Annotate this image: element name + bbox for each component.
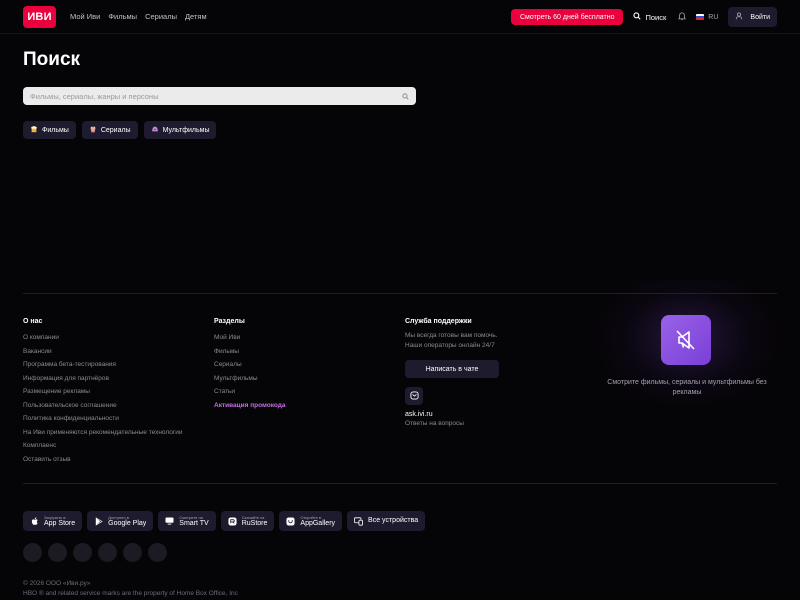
chip-label: Фильмы [42, 126, 69, 134]
smart-tv-button[interactable]: Смотрите на Smart TV [158, 511, 216, 531]
footer-link[interactable]: Мультфильмы [214, 372, 286, 386]
support-text-line2: Наши операторы онлайн 24/7 [405, 342, 495, 349]
search-input[interactable] [30, 91, 402, 101]
footer-link[interactable]: Фильмы [214, 345, 286, 359]
footer-link[interactable]: Сериалы [214, 358, 286, 372]
app-store-button[interactable]: Загрузить в App Store [23, 511, 83, 531]
language-selector[interactable]: RU [696, 14, 718, 21]
footer-link[interactable]: Вакансии [23, 345, 183, 359]
social-icon[interactable] [98, 543, 117, 562]
category-chips: Фильмы Сериалы Мультфильмы [23, 121, 217, 139]
google-play-button[interactable]: Доступно в Google Play [87, 511, 154, 531]
bell-icon[interactable] [678, 11, 687, 23]
footer-link[interactable]: Информация для партнёров [23, 372, 183, 386]
all-devices-button[interactable]: Все устройства [347, 511, 426, 531]
footer-link[interactable]: О компании [23, 331, 183, 345]
mail-icon [409, 387, 419, 405]
footer-link[interactable]: Размещение рекламы [23, 385, 183, 399]
nav-kids[interactable]: Детям [185, 12, 207, 21]
devices-icon [354, 516, 364, 526]
appgallery-button[interactable]: Откройте в AppGallery [279, 511, 343, 531]
footer-about: О нас О компании Вакансии Программа бета… [23, 318, 183, 466]
user-icon [735, 12, 743, 22]
header-search-label: Поиск [645, 12, 667, 22]
free-trial-button[interactable]: Смотреть 60 дней бесплатно [510, 9, 624, 25]
page-title: Поиск [23, 49, 81, 70]
social-icon[interactable] [23, 543, 42, 562]
social-icon[interactable] [73, 543, 92, 562]
support-site-link[interactable]: ask.ivi.ru [405, 411, 499, 418]
store-label: RuStore [241, 519, 268, 527]
rustore-icon [228, 516, 237, 526]
header-right: Смотреть 60 дней бесплатно Поиск RU Войт… [510, 0, 777, 34]
cartoon-icon [151, 125, 159, 135]
header-search[interactable]: Поиск [633, 12, 666, 22]
nav-my-ivi[interactable]: Мой Иви [70, 12, 100, 21]
store-label: Google Play [108, 519, 147, 527]
russia-flag-icon [696, 14, 705, 20]
chip-cartoons[interactable]: Мультфильмы [143, 121, 217, 139]
app-stores: Загрузить в App Store Доступно в Google Pl… [23, 511, 426, 531]
footer-sections-heading: Разделы [214, 318, 245, 325]
chip-movies[interactable]: Фильмы [23, 121, 76, 139]
footer-link[interactable]: Статьи [214, 385, 286, 399]
google-play-icon [94, 516, 103, 526]
support-site-sub: Ответы на вопросы [405, 420, 464, 427]
store-label: Все устройства [368, 517, 419, 524]
no-ads-icon [661, 315, 711, 365]
social-icon[interactable] [123, 543, 142, 562]
footer-link[interactable]: Комплаенс [23, 439, 183, 453]
footer-support-heading: Служба поддержки [405, 318, 472, 325]
footer-link[interactable]: Программа бета-тестирования [23, 358, 183, 372]
footer-link[interactable]: Пользовательское соглашение [23, 399, 183, 413]
copyright-line2: HBO ® and related service marks are the … [23, 589, 238, 597]
popcorn-bucket-icon [89, 125, 97, 135]
no-ads-text: Смотрите фильмы, сериалы и мультфильмы б… [607, 379, 767, 396]
footer-link[interactable]: Оставить отзыв [23, 453, 183, 467]
store-label: App Store [44, 519, 76, 527]
store-label: Smart TV [179, 519, 209, 527]
footer-link[interactable]: На Иви применяются рекомендательные техн… [23, 426, 183, 440]
rustore-button[interactable]: Скачайте из RuStore [220, 511, 275, 531]
copyright: © 2026 ООО «Иви.ру» HBO ® and related se… [23, 579, 238, 598]
ivi-logo[interactable]: ИВИ [23, 5, 56, 28]
nav-movies[interactable]: Фильмы [108, 12, 137, 21]
popcorn-icon [30, 125, 38, 135]
social-icon[interactable] [48, 543, 67, 562]
support-text-line1: Мы всегда готовы вам помочь. [405, 332, 498, 339]
chip-label: Сериалы [100, 126, 131, 134]
footer-divider-bottom [23, 483, 777, 484]
social-icon[interactable] [148, 543, 167, 562]
copyright-line1: © 2026 ООО «Иви.ру» [23, 580, 91, 587]
appgallery-icon [286, 516, 295, 526]
footer-link[interactable]: Политика конфиденциальности [23, 412, 183, 426]
footer-about-heading: О нас [23, 318, 43, 325]
footer-support: Служба поддержки Мы всегда готовы вам по… [405, 318, 499, 427]
nav-series[interactable]: Сериалы [145, 12, 177, 21]
store-label: AppGallery [300, 519, 336, 527]
tv-icon [165, 517, 174, 526]
login-button[interactable]: Войти [728, 7, 777, 27]
apple-icon [30, 516, 39, 526]
mail-button[interactable] [405, 387, 423, 405]
search-field[interactable] [23, 87, 416, 105]
chip-series[interactable]: Сериалы [81, 121, 138, 139]
search-icon[interactable] [402, 87, 409, 105]
social-links [23, 543, 167, 562]
no-ads-promo[interactable]: Смотрите фильмы, сериалы и мультфильмы б… [596, 280, 778, 408]
chip-label: Мультфильмы [162, 126, 210, 134]
main-nav: Мой Иви Фильмы Сериалы Детям [70, 12, 207, 21]
language-label: RU [708, 13, 719, 21]
login-label: Войти [750, 13, 770, 21]
footer-sections: Разделы Мой Иви Фильмы Сериалы Мультфиль… [214, 318, 286, 412]
promo-code-link[interactable]: Активация промокода [214, 399, 286, 413]
chat-button[interactable]: Написать в чате [405, 360, 499, 378]
footer-link[interactable]: Мой Иви [214, 331, 286, 345]
header: ИВИ Мой Иви Фильмы Сериалы Детям Смотрет… [0, 0, 800, 34]
search-icon [633, 12, 642, 22]
